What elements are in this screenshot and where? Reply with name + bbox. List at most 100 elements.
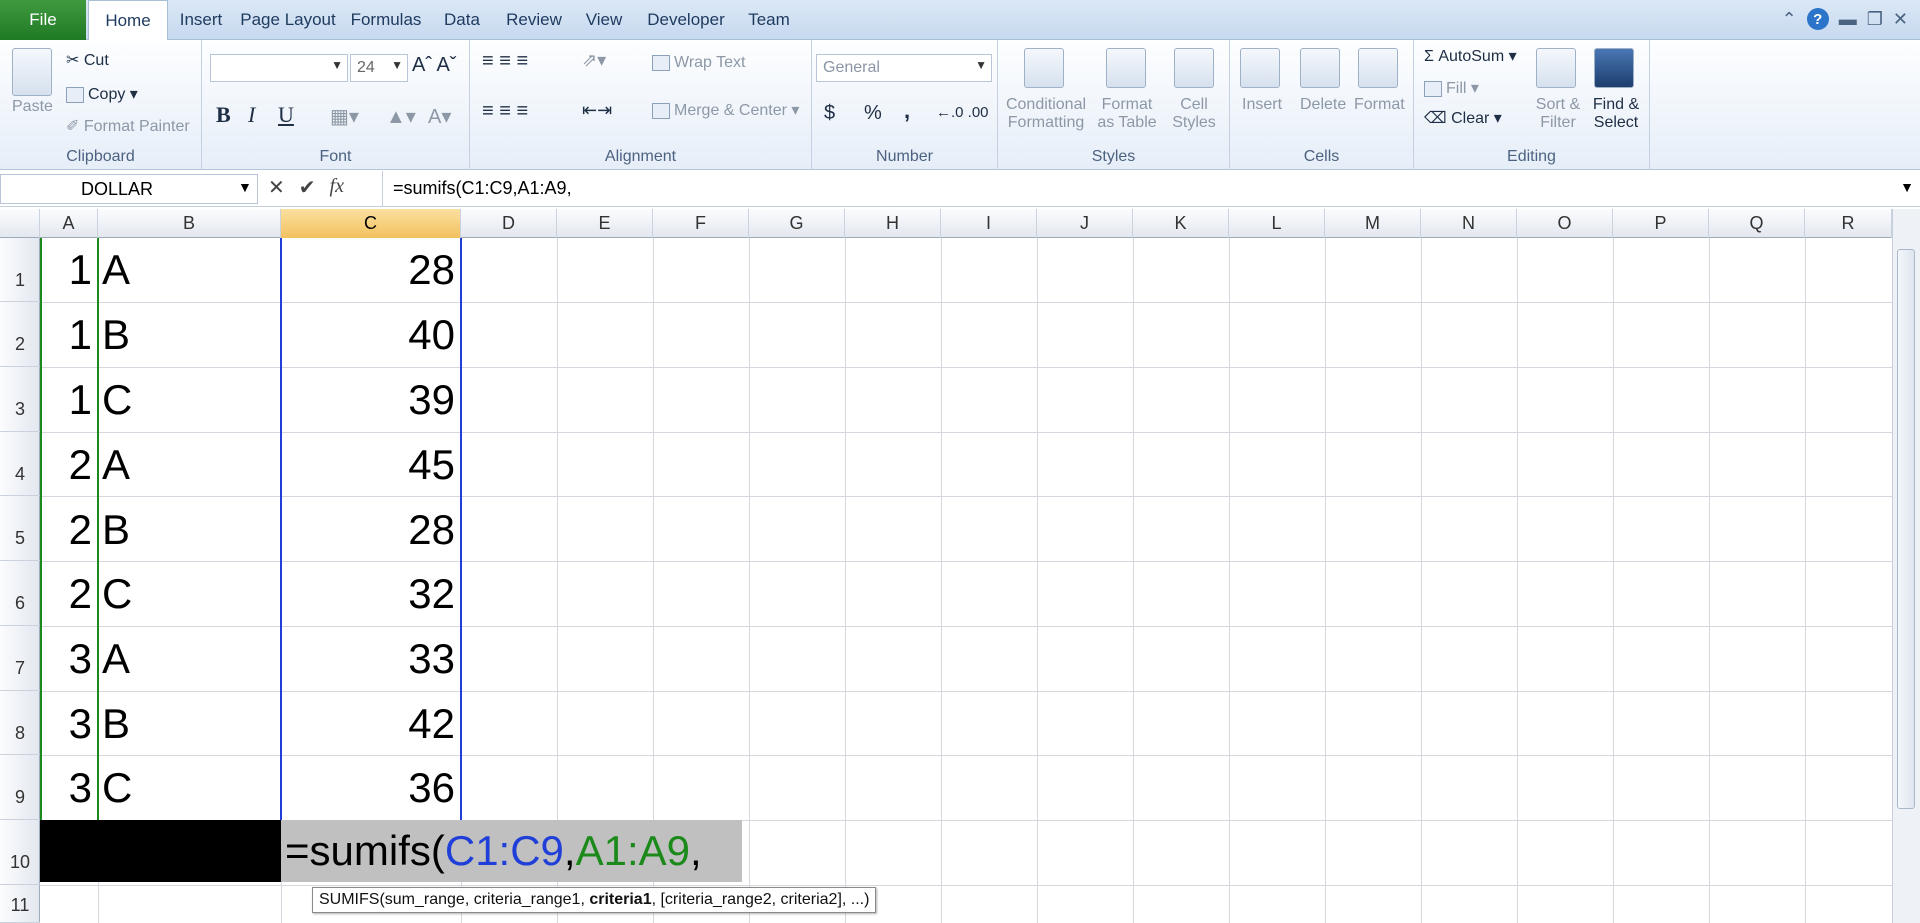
cell-b4[interactable]: A [98, 433, 281, 497]
tab-view[interactable]: View [574, 0, 634, 40]
column-header[interactable]: R [1805, 209, 1892, 238]
filled-cells-a10-b10[interactable] [40, 820, 281, 882]
row-header[interactable]: 8 [0, 691, 40, 755]
row-header[interactable]: 6 [0, 561, 40, 626]
binoculars-icon[interactable] [1594, 48, 1634, 88]
cell-styles-button[interactable]: Cell Styles [1164, 96, 1224, 132]
tab-page-layout[interactable]: Page Layout [234, 0, 342, 40]
cell-a3[interactable]: 1 [40, 368, 98, 432]
restore-icon[interactable]: ❐ [1867, 9, 1883, 30]
expand-formula-icon[interactable]: ▼ [1900, 179, 1914, 195]
help-icon[interactable]: ? [1806, 8, 1829, 30]
cell-b8[interactable]: B [98, 692, 281, 756]
wrap-text-button[interactable]: Wrap Text [652, 54, 745, 72]
cell-c9[interactable]: 36 [281, 756, 461, 820]
orientation-icon[interactable]: ⇗▾ [582, 50, 606, 71]
format-painter-button[interactable]: ✐ Format Painter [66, 116, 190, 136]
row-header[interactable]: 10 [0, 820, 40, 885]
cell-a9[interactable]: 3 [40, 756, 98, 820]
insert-button[interactable]: Insert [1242, 96, 1282, 114]
row-header[interactable]: 9 [0, 755, 40, 820]
cell-b7[interactable]: A [98, 627, 281, 691]
cell-b5[interactable]: B [98, 498, 281, 562]
copy-button[interactable]: Copy ▾ [66, 84, 138, 104]
row-header[interactable]: 3 [0, 367, 40, 432]
cell-a4[interactable]: 2 [40, 433, 98, 497]
comma-button[interactable]: , [904, 98, 910, 124]
tab-insert[interactable]: Insert [170, 0, 232, 40]
cell-c7[interactable]: 33 [281, 627, 461, 691]
column-header[interactable]: C [281, 209, 461, 238]
cell-c6[interactable]: 32 [281, 562, 461, 626]
column-header[interactable]: P [1613, 209, 1709, 238]
row-header[interactable]: 7 [0, 626, 40, 691]
column-header[interactable]: B [98, 209, 281, 238]
file-tab[interactable]: File [0, 0, 86, 40]
minimize-ribbon-icon[interactable]: ⌃ [1782, 9, 1797, 30]
format-table-icon[interactable] [1106, 48, 1146, 88]
cell-b6[interactable]: C [98, 562, 281, 626]
tab-developer[interactable]: Developer [636, 0, 736, 40]
formula-input[interactable]: =sumifs(C1:C9,A1:A9, [382, 171, 1894, 207]
cut-button[interactable]: ✂ Cut [66, 50, 109, 70]
close-icon[interactable]: ✕ [1893, 9, 1908, 30]
column-header[interactable]: I [941, 209, 1037, 238]
cell-a6[interactable]: 2 [40, 562, 98, 626]
row-header[interactable]: 11 [0, 885, 40, 923]
clear-button[interactable]: ⌫ Clear ▾ [1424, 108, 1502, 128]
row-header[interactable]: 1 [0, 238, 40, 302]
decimal-icon[interactable]: ←.0 .00 [936, 104, 989, 121]
percent-button[interactable]: % [864, 102, 882, 125]
autosum-button[interactable]: Σ AutoSum ▾ [1424, 46, 1517, 66]
column-header[interactable]: K [1133, 209, 1229, 238]
find-select-button[interactable]: Find & Select [1586, 96, 1646, 132]
cell-a2[interactable]: 1 [40, 303, 98, 367]
delete-cells-icon[interactable] [1300, 48, 1340, 88]
column-header[interactable]: M [1325, 209, 1421, 238]
cell-b3[interactable]: C [98, 368, 281, 432]
underline-button[interactable]: U [278, 102, 294, 128]
delete-button[interactable]: Delete [1300, 96, 1346, 114]
borders-icon[interactable]: ▦▾ [330, 104, 359, 129]
minimize-icon[interactable]: ▬ [1839, 9, 1857, 30]
number-format-field[interactable]: General ▼ [816, 54, 992, 82]
column-header[interactable]: D [461, 209, 557, 238]
cell-c5[interactable]: 28 [281, 498, 461, 562]
sort-filter-icon[interactable] [1536, 48, 1576, 88]
function-tooltip[interactable]: SUMIFS(sum_range, criteria_range1, crite… [312, 887, 877, 913]
paste-icon[interactable] [12, 48, 52, 96]
paste-button[interactable]: Paste [12, 98, 53, 116]
cell-c3[interactable]: 39 [281, 368, 461, 432]
conditional-formatting-button[interactable]: Conditional Formatting [1004, 96, 1088, 132]
cell-c1[interactable]: 28 [281, 238, 461, 302]
font-name-field[interactable]: ▼ [210, 54, 348, 82]
tab-home[interactable]: Home [88, 0, 168, 41]
column-header[interactable]: E [557, 209, 653, 238]
insert-function-icon[interactable]: fx [330, 175, 344, 200]
tab-formulas[interactable]: Formulas [344, 0, 428, 40]
column-header[interactable]: G [749, 209, 845, 238]
currency-button[interactable]: $ [824, 102, 835, 125]
cell-b2[interactable]: B [98, 303, 281, 367]
format-button[interactable]: Format [1354, 96, 1405, 114]
cell-c2[interactable]: 40 [281, 303, 461, 367]
cell-styles-icon[interactable] [1174, 48, 1214, 88]
bold-button[interactable]: B [216, 102, 231, 128]
enter-icon[interactable]: ✔ [299, 175, 316, 200]
cell-a1[interactable]: 1 [40, 238, 98, 302]
cell-b9[interactable]: C [98, 756, 281, 820]
cell-b1[interactable]: A [98, 238, 281, 302]
cancel-icon[interactable]: ✕ [268, 175, 285, 200]
cell-a5[interactable]: 2 [40, 498, 98, 562]
cell-a8[interactable]: 3 [40, 692, 98, 756]
column-header[interactable]: Q [1709, 209, 1805, 238]
column-header[interactable]: L [1229, 209, 1325, 238]
fill-color-icon[interactable]: ▲▾ [386, 104, 416, 129]
insert-cells-icon[interactable] [1240, 48, 1280, 88]
column-header[interactable]: N [1421, 209, 1517, 238]
italic-button[interactable]: I [248, 102, 255, 128]
conditional-formatting-icon[interactable] [1024, 48, 1064, 88]
merge-center-button[interactable]: Merge & Center ▾ [652, 100, 799, 120]
left-align-icon[interactable]: ≡ ≡ ≡ [482, 100, 528, 123]
font-size-field[interactable]: 24 ▼ [350, 54, 408, 82]
